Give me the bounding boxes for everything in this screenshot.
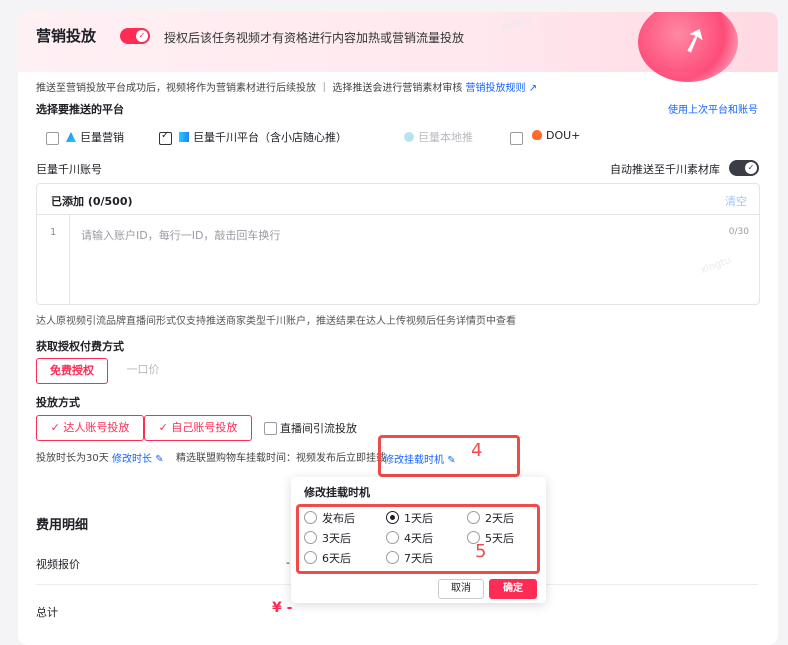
cancel-button[interactable]: 取消 xyxy=(438,579,484,599)
fees-section-label: 费用明细 xyxy=(36,518,89,533)
account-tip: 达人原视频引流品牌直播间形式仅支持推送商家类型千川账户，推送结果在达人上传视频后… xyxy=(36,316,516,327)
payment-section-label: 获取授权付费方式 xyxy=(36,340,124,353)
platform-label: 巨量营销 xyxy=(80,131,124,144)
char-counter: 0/30 xyxy=(728,227,749,237)
ocean-engine-icon xyxy=(66,132,76,142)
creator-account-label: 达人账号投放 xyxy=(63,421,130,434)
qianchuan-icon xyxy=(179,132,189,142)
page-title: 营销投放 xyxy=(36,27,97,45)
live-traffic-label[interactable]: 直播间引流投放 xyxy=(280,420,357,436)
platform-local-push: 巨量本地推 xyxy=(404,129,473,145)
account-id-input[interactable]: 请输入账户ID，每行一ID，敲击回车换行 xyxy=(81,227,280,243)
delivery-section-label: 投放方式 xyxy=(36,396,80,409)
annotation-box-4 xyxy=(378,435,520,477)
fixed-price-button[interactable]: 一口价 xyxy=(110,358,176,382)
platform-ocean-engine[interactable]: 巨量营销 xyxy=(66,129,124,145)
rules-link[interactable]: 营销投放规则 xyxy=(466,83,526,94)
marketing-toggle[interactable]: ✓ xyxy=(120,28,150,44)
edit-icon: ✎ xyxy=(155,454,164,465)
total-value: ¥ - xyxy=(272,600,293,616)
live-traffic-checkbox[interactable] xyxy=(264,422,277,435)
account-section-label: 巨量千川账号 xyxy=(36,163,102,176)
header-description: 授权后该任务视频才有资格进行内容加热或营销流量投放 xyxy=(164,31,465,45)
free-auth-button[interactable]: 免费授权 xyxy=(36,358,108,384)
checkbox-dou-plus[interactable] xyxy=(510,132,523,145)
account-input-box: 已添加 (0/500) 清空 1 请输入账户ID，每行一ID，敲击回车换行 0/… xyxy=(36,183,760,305)
checkbox-qianchuan[interactable] xyxy=(159,130,172,145)
creator-account-button[interactable]: ✓ 达人账号投放 xyxy=(36,415,144,441)
own-account-button[interactable]: ✓ 自己账号投放 xyxy=(144,415,252,441)
auto-push-toggle[interactable]: ✓ xyxy=(729,160,759,176)
local-push-icon xyxy=(404,132,414,142)
checkbox-ocean-engine[interactable] xyxy=(46,132,59,145)
external-link-icon[interactable]: ↗ xyxy=(529,83,537,94)
clear-button[interactable]: 清空 xyxy=(725,193,747,209)
modify-duration-link[interactable]: 修改时长 ✎ xyxy=(112,450,164,465)
auto-push-label: 自动推送至千川素材库 xyxy=(610,163,720,176)
check-icon: ✓ xyxy=(136,30,148,42)
flame-icon xyxy=(532,130,542,140)
video-price-value: - xyxy=(286,556,290,569)
platform-label: 巨量本地推 xyxy=(418,131,473,144)
modify-duration-label: 修改时长 xyxy=(112,454,152,465)
check-icon: ✓ xyxy=(745,162,757,174)
annotation-number-5: 5 xyxy=(475,541,487,562)
annotation-number-4: 4 xyxy=(471,440,483,461)
popover-title: 修改挂载时机 xyxy=(304,486,370,499)
intro-text-content: 推送至营销投放平台成功后，视频将作为营销素材进行后续投放 ｜ 选择推送会进行营销… xyxy=(36,83,463,94)
duration-text: 投放时长为30天 xyxy=(36,453,109,464)
use-last-platform-link[interactable]: 使用上次平台和账号 xyxy=(668,101,758,116)
account-box-header: 已添加 (0/500) 清空 xyxy=(37,184,759,215)
mount-time-text: 精选联盟购物车挂载时间：视频发布后立即挂载 xyxy=(176,453,386,464)
total-label: 总计 xyxy=(36,606,58,619)
line-gutter: 1 xyxy=(37,215,70,304)
check-icon: ✓ xyxy=(158,421,172,434)
intro-text: 推送至营销投放平台成功后，视频将作为营销素材进行后续投放 ｜ 选择推送会进行营销… xyxy=(36,79,537,94)
platform-section-label: 选择要推送的平台 xyxy=(36,103,124,116)
confirm-button[interactable]: 确定 xyxy=(489,579,537,599)
platform-qianchuan[interactable]: 巨量千川平台（含小店随心推） xyxy=(179,129,347,145)
own-account-label: 自己账号投放 xyxy=(171,421,238,434)
annotation-box-5 xyxy=(296,504,540,574)
platform-dou-plus[interactable]: DOU+ xyxy=(532,129,580,142)
added-count: 已添加 (0/500) xyxy=(51,195,133,208)
line-number: 1 xyxy=(50,227,57,238)
platform-label: DOU+ xyxy=(546,129,581,142)
platform-label: 巨量千川平台（含小店随心推） xyxy=(193,131,347,144)
check-icon: ✓ xyxy=(50,421,64,434)
video-price-label: 视频报价 xyxy=(36,558,80,571)
